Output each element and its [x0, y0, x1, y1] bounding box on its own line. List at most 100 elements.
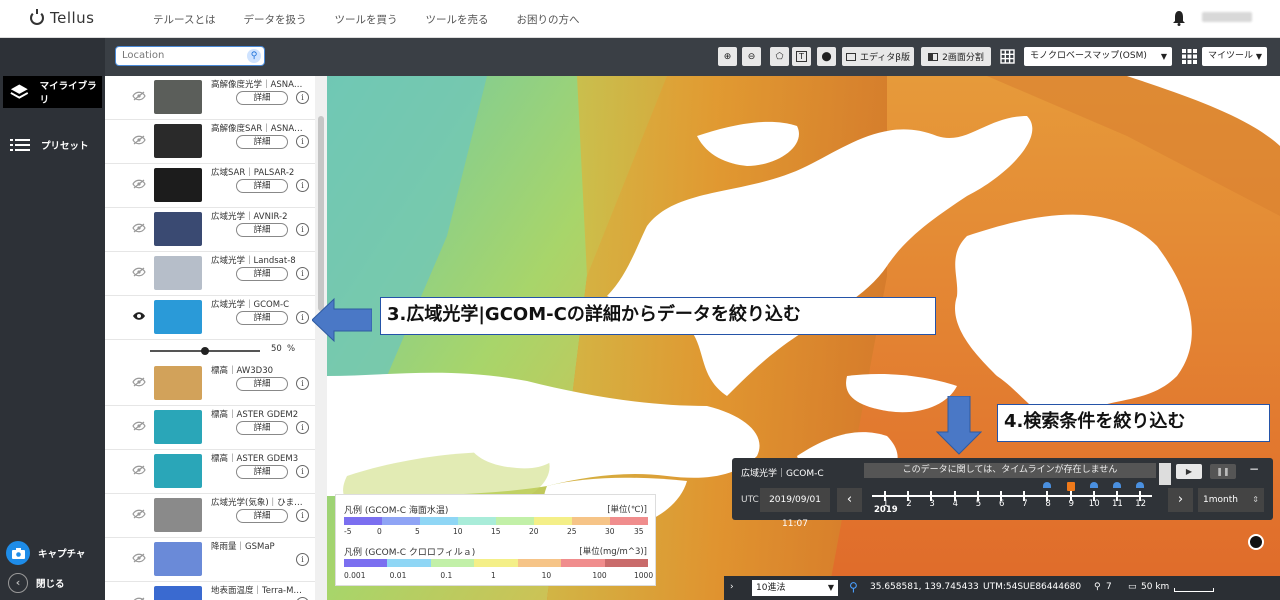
timeline-selected-marker[interactable]	[1066, 482, 1075, 491]
rail-preset[interactable]: プリセット	[3, 129, 102, 161]
rail-close[interactable]: ‹ 閉じる	[6, 573, 65, 593]
eye-icon[interactable]	[132, 311, 146, 321]
split-screen-button[interactable]: 2画面分割	[921, 47, 991, 66]
timeline-track[interactable]: 2019 1 2 3 4 5 6 7 8 9 10 11 12	[872, 482, 1152, 515]
layer-item[interactable]: 高解像度光学｜ASNA… 詳細 i	[105, 76, 315, 120]
legend-tick-label: 1	[491, 571, 496, 580]
layer-item[interactable]: 広域光学｜GCOM-C 詳細 i	[105, 296, 315, 340]
pause-button[interactable]: ❚❚	[1210, 464, 1236, 479]
layer-detail-button[interactable]: 詳細	[236, 311, 288, 325]
nav-link-buy-tools[interactable]: ツールを買う	[334, 12, 397, 27]
timeline-month-label[interactable]: 7	[1022, 499, 1027, 509]
eye-off-icon[interactable]	[132, 91, 146, 101]
timeline-month-label[interactable]: 11	[1112, 499, 1123, 509]
layer-item[interactable]: 標高｜ASTER GDEM2 詳細 i	[105, 406, 315, 450]
play-button[interactable]: ▶	[1176, 464, 1202, 479]
timeline-month-label[interactable]: 4	[953, 499, 958, 509]
layer-item[interactable]: 降雨量｜GSMaP i	[105, 538, 315, 582]
compass-icon[interactable]	[1248, 534, 1264, 550]
my-tools-select[interactable]: マイツール	[1202, 47, 1267, 66]
info-icon[interactable]: i	[296, 509, 309, 522]
layer-detail-button[interactable]: 詳細	[236, 179, 288, 193]
eye-off-icon[interactable]	[132, 421, 146, 431]
text-tool-button[interactable]: T	[792, 47, 811, 66]
scrollbar-thumb[interactable]	[318, 116, 324, 311]
zoom-out-button[interactable]: ⊖	[742, 47, 761, 66]
eye-off-icon[interactable]	[132, 223, 146, 233]
timeline-month-label[interactable]: 2	[906, 499, 911, 509]
layer-item[interactable]: 広域光学｜AVNIR-2 詳細 i	[105, 208, 315, 252]
layer-item[interactable]: 標高｜ASTER GDEM3 詳細 i	[105, 450, 315, 494]
layer-detail-button[interactable]: 詳細	[236, 465, 288, 479]
eye-off-icon[interactable]	[132, 377, 146, 387]
polygon-tool-button[interactable]: ⬠	[770, 47, 789, 66]
info-icon[interactable]: i	[296, 421, 309, 434]
info-icon[interactable]: i	[296, 135, 309, 148]
search-icon[interactable]: ⚲	[849, 580, 858, 594]
layer-detail-button[interactable]: 詳細	[236, 267, 288, 281]
user-menu[interactable]	[1202, 12, 1252, 22]
timeline-prev-button[interactable]: ‹	[837, 488, 862, 512]
info-icon[interactable]: i	[296, 91, 309, 104]
chevron-right-icon[interactable]: ›	[730, 582, 734, 592]
info-icon[interactable]: i	[296, 267, 309, 280]
layer-item[interactable]: 標高｜AW3D30 詳細 i	[105, 362, 315, 406]
layer-item[interactable]: 地表面温度｜Terra-M…i	[105, 582, 315, 600]
period-select[interactable]: 1month ⇕	[1198, 488, 1264, 512]
nav-link-data[interactable]: データを扱う	[243, 12, 306, 27]
info-icon[interactable]: i	[296, 377, 309, 390]
eye-off-icon[interactable]	[132, 509, 146, 519]
layer-item[interactable]: 広域SAR｜PALSAR-2 詳細 i	[105, 164, 315, 208]
tellus-logo[interactable]: Tellus	[30, 9, 95, 27]
layer-detail-button[interactable]: 詳細	[236, 135, 288, 149]
eye-off-icon[interactable]	[132, 135, 146, 145]
info-icon[interactable]: i	[296, 179, 309, 192]
rail-capture[interactable]: キャプチャ	[6, 541, 85, 565]
layer-item[interactable]: 広域光学(気象)｜ひま… 詳細 i	[105, 494, 315, 538]
info-icon[interactable]: i	[296, 465, 309, 478]
timeline-data-marker[interactable]	[1089, 482, 1098, 488]
info-icon[interactable]: i	[296, 553, 309, 566]
layer-detail-button[interactable]: 詳細	[236, 509, 288, 523]
timeline-month-label[interactable]: 9	[1069, 499, 1074, 509]
timeline-data-marker[interactable]	[1043, 482, 1052, 488]
grid-icon[interactable]	[1000, 49, 1015, 64]
layer-detail-button[interactable]: 詳細	[236, 421, 288, 435]
coord-format-select[interactable]: 10進法 ▼	[752, 580, 838, 596]
nav-link-help[interactable]: お困りの方へ	[516, 12, 579, 27]
zoom-in-button[interactable]: ⊕	[718, 47, 737, 66]
nav-link-sell-tools[interactable]: ツールを売る	[425, 12, 488, 27]
timeline-month-label[interactable]: 6	[999, 499, 1004, 509]
minimize-timeline-button[interactable]: −	[1246, 463, 1262, 477]
timeline-month-label[interactable]: 8	[1045, 499, 1050, 509]
layer-item[interactable]: 広域光学｜Landsat-8 詳細 i	[105, 252, 315, 296]
bell-icon[interactable]	[1172, 10, 1186, 26]
timeline-month-label[interactable]: 10	[1089, 499, 1100, 509]
nav-link-about[interactable]: テルースとは	[153, 12, 215, 27]
editor-beta-button[interactable]: エディタβ版	[842, 47, 914, 66]
timeline-next-button[interactable]: ›	[1168, 488, 1193, 512]
info-icon[interactable]: i	[296, 223, 309, 236]
layer-item[interactable]: 高解像度SAR｜ASNA… 詳細 i	[105, 120, 315, 164]
timeline-message-scroller[interactable]	[1159, 463, 1171, 485]
location-search-input[interactable]: Location ⚲	[115, 46, 265, 66]
opacity-slider-handle[interactable]	[201, 347, 209, 355]
timeline-data-marker[interactable]	[1113, 482, 1121, 488]
pin-tool-button[interactable]: ⬤	[817, 47, 836, 66]
eye-off-icon[interactable]	[132, 553, 146, 563]
info-icon[interactable]: i	[296, 311, 309, 324]
rail-my-library[interactable]: マイライブラリ	[3, 76, 102, 108]
eye-off-icon[interactable]	[132, 267, 146, 277]
search-icon[interactable]: ⚲	[247, 49, 261, 63]
timeline-month-label[interactable]: 3	[929, 499, 934, 509]
timeline-month-label[interactable]: 1	[883, 499, 888, 509]
eye-off-icon[interactable]	[132, 179, 146, 189]
timeline-month-label[interactable]: 5	[976, 499, 981, 509]
eye-off-icon[interactable]	[132, 465, 146, 475]
layer-detail-button[interactable]: 詳細	[236, 377, 288, 391]
timeline-data-marker[interactable]	[1136, 482, 1145, 488]
timeline-month-label[interactable]: 12	[1135, 499, 1146, 509]
layer-detail-button[interactable]: 詳細	[236, 91, 288, 105]
layer-detail-button[interactable]: 詳細	[236, 223, 288, 237]
basemap-select[interactable]: モノクロベースマップ(OSM)	[1024, 47, 1172, 66]
